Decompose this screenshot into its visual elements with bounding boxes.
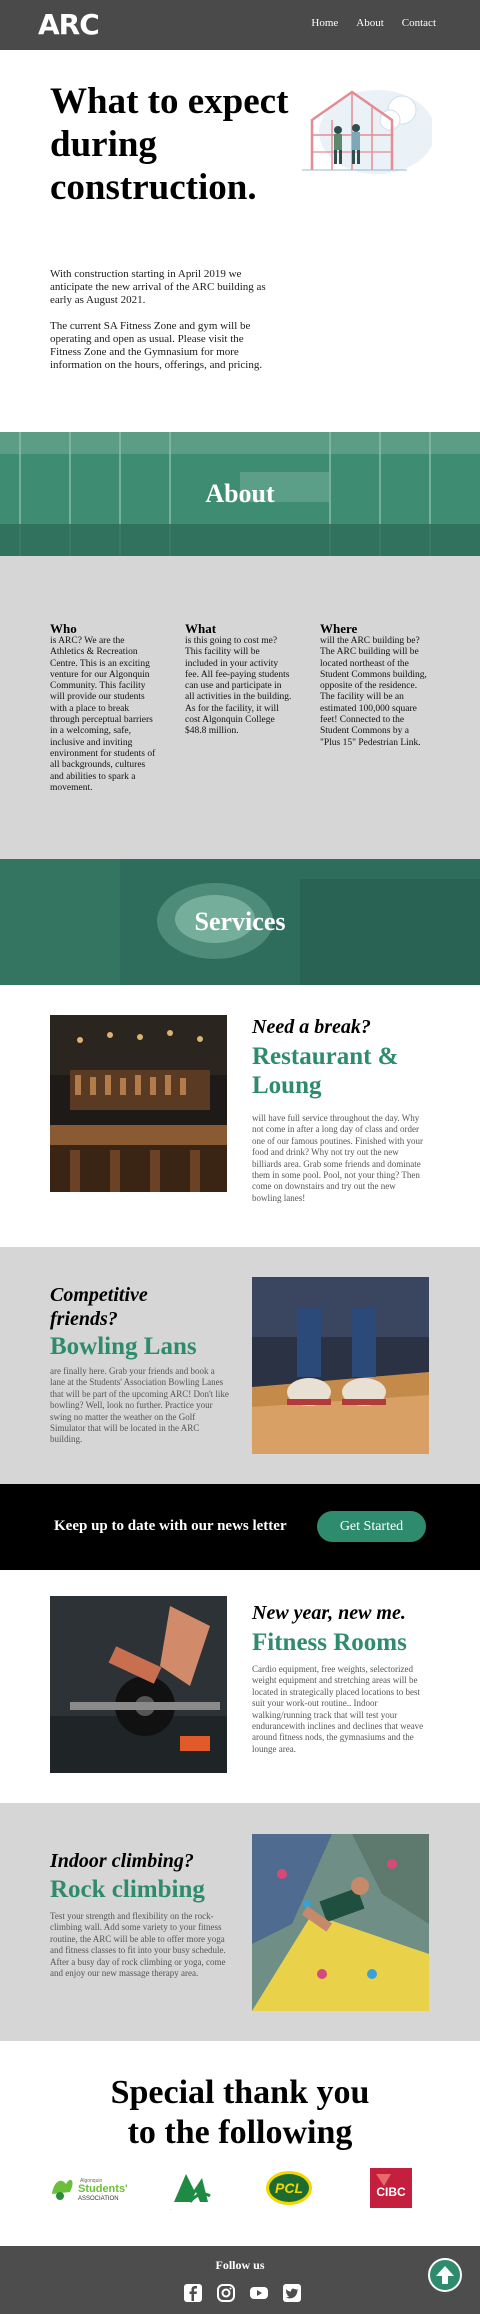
restaurant-section: Need a break? Restaurant & Loung will ha…	[0, 985, 480, 1247]
climbing-photo	[252, 1834, 429, 2011]
footer: Follow us	[0, 2246, 480, 2314]
social-links	[183, 2283, 302, 2303]
thanks-heading: Special thank you to the following	[0, 2073, 480, 2153]
climbing-text: Test your strength and flexibility on th…	[50, 1911, 226, 1979]
arrow-up-icon	[436, 2266, 454, 2284]
restaurant-text: will have full service throughout the da…	[252, 1113, 423, 1203]
construction-illustration	[302, 90, 432, 174]
about-what-title: What	[185, 621, 217, 636]
nav-about-link[interactable]: About	[356, 17, 384, 29]
svg-text:ASSOCIATION: ASSOCIATION	[78, 2196, 119, 2202]
get-started-button[interactable]: Get Started	[317, 1511, 426, 1542]
restaurant-photo	[50, 1015, 227, 1192]
cibc-logo[interactable]: CIBC	[366, 2166, 416, 2212]
svg-text:PCL: PCL	[275, 2180, 303, 2196]
facebook-icon[interactable]	[183, 2283, 203, 2303]
algonquin-college-logo[interactable]: AC	[168, 2166, 214, 2212]
fitness-section: New year, new me. Fitness Rooms Cardio e…	[0, 1570, 480, 1803]
nav-home-link[interactable]: Home	[311, 17, 338, 29]
hero-paragraph-construction: With construction starting in April 2019…	[50, 268, 266, 306]
about-where-title: Where	[320, 621, 358, 636]
bowling-photo	[252, 1277, 429, 1454]
nav-contact-link[interactable]: Contact	[402, 17, 436, 29]
about-who-column: Who is ARC? We are the Athletics & Recre…	[50, 622, 158, 794]
about-who-text: is ARC? We are the Athletics & Recreatio…	[50, 636, 156, 793]
fitness-photo	[50, 1596, 227, 1773]
svg-text:CIBC: CIBC	[376, 2185, 406, 2199]
pcl-logo[interactable]: PCL	[264, 2166, 314, 2212]
about-who-title: Who	[50, 621, 77, 636]
thanks-line-1: Special thank you	[110, 2074, 370, 2111]
about-section: Who is ARC? We are the Athletics & Recre…	[0, 556, 480, 859]
fitness-kicker: New year, new me.	[252, 1602, 406, 1624]
scroll-to-top-button[interactable]	[428, 2258, 462, 2292]
hero-title: What to expect during construction.	[50, 81, 289, 208]
follow-us-label: Follow us	[215, 2258, 265, 2272]
hero-paragraph-fitness-zone: The current SA Fitness Zone and gym will…	[50, 320, 263, 371]
main-nav: Home About Contact	[311, 17, 436, 29]
svg-text:AC: AC	[170, 2208, 172, 2211]
restaurant-title: Restaurant & Loung	[252, 1043, 399, 1099]
climbing-section: Indoor climbing? Rock climbing Test your…	[0, 1803, 480, 2041]
newsletter-bar: Keep up to date with our news letter Get…	[0, 1484, 480, 1570]
about-where-column: Where will the ARC building be? The ARC …	[320, 622, 428, 749]
services-banner: Services	[0, 859, 480, 985]
top-navigation-bar: ARC Home About Contact	[0, 0, 480, 50]
instagram-icon[interactable]	[216, 2283, 236, 2303]
bowling-section: Competitive friends? Bowling Lans are fi…	[0, 1247, 480, 1484]
climbing-title: Rock climbing	[50, 1876, 205, 1903]
newsletter-text: Keep up to date with our news letter	[54, 1518, 287, 1534]
about-what-text: is this going to cost me? This facility …	[185, 636, 292, 737]
climbing-kicker: Indoor climbing?	[50, 1850, 194, 1872]
services-heading: Services	[194, 907, 286, 936]
fitness-title: Fitness Rooms	[252, 1629, 407, 1656]
students-association-logo[interactable]: Algonquin Students' ASSOCIATION	[48, 2166, 132, 2212]
fitness-text: Cardio equipment, free weights, selector…	[252, 1664, 424, 1754]
about-heading: About	[205, 479, 275, 508]
bowling-text: are finally here. Grab your friends and …	[50, 1366, 229, 1445]
bowling-title: Bowling Lans	[50, 1333, 197, 1360]
svg-text:Students': Students'	[78, 2183, 128, 2195]
about-where-text: will the ARC building be? The ARC buildi…	[320, 636, 427, 748]
about-banner: About	[0, 432, 480, 556]
bowling-kicker: Competitive friends?	[50, 1284, 148, 1330]
about-what-column: What is this going to cost me? This faci…	[185, 622, 293, 738]
thanks-line-2: to the following	[127, 2114, 353, 2151]
twitter-icon[interactable]	[282, 2283, 302, 2303]
restaurant-kicker: Need a break?	[252, 1016, 371, 1038]
arc-logo[interactable]: ARC	[38, 8, 100, 41]
youtube-icon[interactable]	[249, 2283, 269, 2303]
